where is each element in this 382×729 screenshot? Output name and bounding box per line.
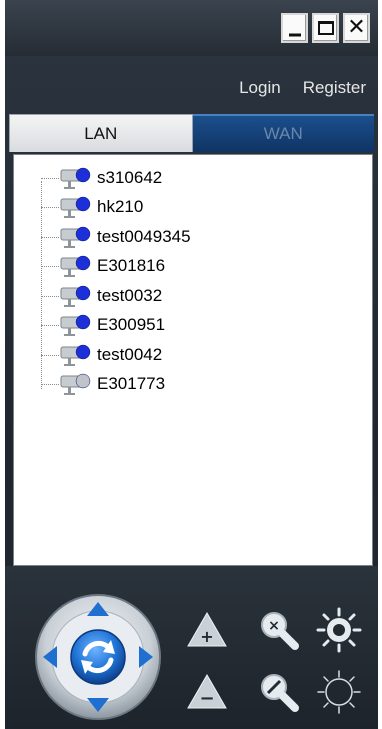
close-icon: ✕ bbox=[347, 15, 366, 40]
device-tree-item[interactable]: test0042 bbox=[36, 340, 191, 370]
device-name: hk210 bbox=[97, 197, 144, 217]
camera-online-icon bbox=[60, 315, 91, 337]
device-name: E301773 bbox=[97, 374, 166, 394]
device-tree-panel: s310642 hk210 test0049345 E301816 test0032 E3… bbox=[13, 154, 373, 566]
tree-branch-line bbox=[41, 207, 59, 209]
tree-branch-line bbox=[41, 177, 59, 179]
device-tree-item[interactable]: E301773 bbox=[36, 370, 191, 400]
iris-open-button[interactable] bbox=[316, 607, 362, 653]
login-link[interactable]: Login bbox=[239, 78, 281, 98]
minus-icon: − bbox=[199, 688, 214, 709]
focus-far-button[interactable] bbox=[257, 670, 301, 714]
camera-online-icon bbox=[60, 167, 91, 189]
plus-icon: + bbox=[200, 627, 213, 646]
zoom-in-button[interactable]: + bbox=[185, 609, 229, 649]
maximize-button[interactable] bbox=[312, 13, 339, 43]
tree-branch-line bbox=[41, 295, 59, 297]
device-tree-item[interactable]: test0032 bbox=[36, 281, 191, 311]
camera-offline-icon bbox=[60, 374, 91, 396]
tree-branch-line bbox=[41, 384, 59, 386]
device-tree-item[interactable]: hk210 bbox=[36, 193, 191, 223]
tree-branch-line bbox=[41, 266, 59, 268]
camera-online-icon bbox=[60, 256, 91, 278]
title-bar[interactable]: ✕ bbox=[5, 0, 378, 56]
tree-branch-line bbox=[41, 325, 59, 327]
account-links: Login Register bbox=[239, 78, 366, 98]
minimize-icon bbox=[288, 33, 301, 37]
focus-near-button[interactable]: × bbox=[257, 608, 301, 652]
auto-scan-refresh-icon bbox=[70, 629, 126, 685]
camera-online-icon bbox=[60, 344, 91, 366]
device-name: s310642 bbox=[97, 167, 163, 187]
magnifier-x-icon: × bbox=[268, 618, 280, 634]
tree-branch-line bbox=[41, 236, 59, 238]
maximize-icon bbox=[317, 21, 334, 35]
device-name: test0049345 bbox=[97, 226, 191, 246]
iris-close-icon bbox=[317, 670, 361, 714]
window-controls: ✕ bbox=[281, 13, 370, 43]
device-name: test0032 bbox=[97, 285, 163, 305]
camera-client-window: ✕ Login Register LAN WAN s310642 hk210 tes… bbox=[5, 0, 378, 729]
close-button[interactable]: ✕ bbox=[343, 13, 370, 43]
device-tree-item[interactable]: test0049345 bbox=[36, 222, 191, 252]
tab-wan[interactable]: WAN bbox=[192, 114, 374, 152]
device-name: test0042 bbox=[97, 344, 163, 364]
iris-close-button[interactable] bbox=[316, 669, 362, 715]
minimize-button[interactable] bbox=[281, 13, 308, 43]
camera-online-icon bbox=[60, 226, 91, 248]
camera-online-icon bbox=[60, 285, 91, 307]
device-tree-item[interactable]: E300951 bbox=[36, 311, 191, 341]
device-tree-item[interactable]: s310642 bbox=[36, 163, 191, 193]
ptz-direction-dial[interactable] bbox=[33, 592, 163, 722]
device-tree-item[interactable]: E301816 bbox=[36, 252, 191, 282]
register-link[interactable]: Register bbox=[303, 78, 366, 98]
tab-lan[interactable]: LAN bbox=[9, 114, 193, 152]
device-name: E301816 bbox=[97, 256, 166, 276]
ptz-control-panel: + − × bbox=[5, 566, 378, 729]
device-tree: s310642 hk210 test0049345 E301816 test0032 E3… bbox=[36, 163, 191, 399]
network-tabs: LAN WAN bbox=[9, 114, 374, 152]
device-name: E300951 bbox=[97, 315, 166, 335]
zoom-out-button[interactable]: − bbox=[185, 671, 229, 711]
tree-branch-line bbox=[41, 354, 59, 356]
camera-online-icon bbox=[60, 197, 91, 219]
